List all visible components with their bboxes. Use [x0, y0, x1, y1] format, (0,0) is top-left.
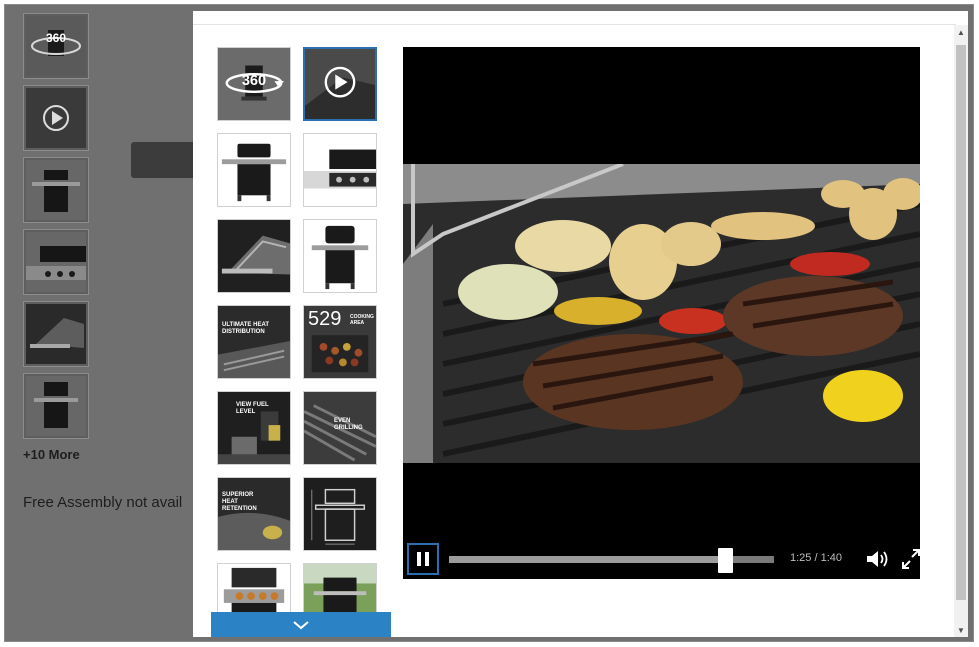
pause-icon: [417, 552, 421, 566]
thumbnail-feature-even-grilling[interactable]: EVEN GRILLING: [303, 391, 377, 465]
video-player[interactable]: 1:25 / 1:40: [403, 47, 920, 579]
thumbnail-grill-top[interactable]: [303, 133, 377, 207]
progress-handle[interactable]: [718, 548, 734, 573]
video-controls: 1:25 / 1:40: [403, 543, 920, 579]
media-viewer-modal: 360 ULTIMATE HEAT DISTRIBUTION 529 COOKI…: [193, 11, 968, 637]
background-thumb-grill-detail: [23, 301, 89, 367]
background-product-image: [131, 142, 201, 178]
thumbnail-cooking-count: 529: [308, 308, 342, 330]
thumbnail-360[interactable]: 360: [217, 47, 291, 121]
thumbnail-cooking-subtext: COOKING AREA: [350, 314, 374, 326]
thumbnail-grill-closed[interactable]: [303, 219, 377, 293]
background-thumbnail-list: 360: [23, 13, 91, 445]
thumbnail-feature-text: SUPERIOR HEAT RETENTION: [222, 492, 257, 512]
assembly-note: Free Assembly not avail: [23, 494, 183, 511]
pause-button[interactable]: [407, 543, 439, 575]
background-thumb-grill-closed: [23, 373, 89, 439]
scroll-up-arrow-icon[interactable]: ▲: [954, 25, 968, 39]
fullscreen-icon: [902, 549, 920, 569]
background-thumb-video: [23, 85, 89, 151]
thumbnail-grill-front[interactable]: [217, 133, 291, 207]
thumbnail-feature-cooking-area[interactable]: 529 COOKING AREA: [303, 305, 377, 379]
scrollbar-thumb[interactable]: [956, 45, 966, 600]
thumbnail-scroll-down-button[interactable]: [211, 612, 391, 637]
more-thumbnails-link: +10 More: [23, 447, 80, 462]
thumbnail-video[interactable]: [303, 47, 377, 121]
video-frame: [403, 164, 920, 463]
background-thumb-grill-top: [23, 229, 89, 295]
chevron-down-icon: [293, 620, 309, 629]
modal-header: [193, 11, 956, 25]
thumbnail-feature-text: ULTIMATE HEAT DISTRIBUTION: [222, 322, 269, 335]
volume-button[interactable]: [865, 548, 891, 570]
thumbnail-360-text: 360: [242, 73, 266, 89]
pause-icon-bar: [425, 552, 429, 566]
thumbnail-grill-detail[interactable]: [217, 219, 291, 293]
thumbnail-feature-fuel-level[interactable]: VIEW FUEL LEVEL: [217, 391, 291, 465]
thumbnail-grid: 360 ULTIMATE HEAT DISTRIBUTION 529 COOKI…: [217, 47, 381, 637]
scroll-down-arrow-icon[interactable]: ▼: [954, 623, 968, 637]
360-rotate-icon: 360: [218, 48, 290, 120]
thumbnail-feature-text: EVEN GRILLING: [334, 418, 363, 431]
thumbnail-diagram[interactable]: [303, 477, 377, 551]
thumbnail-feature-heat-distribution[interactable]: ULTIMATE HEAT DISTRIBUTION: [217, 305, 291, 379]
background-thumb-360-text: 360: [46, 31, 66, 45]
thumbnail-feature-heat-retention[interactable]: SUPERIOR HEAT RETENTION: [217, 477, 291, 551]
thumbnail-feature-text: VIEW FUEL LEVEL: [236, 402, 269, 415]
volume-icon: [867, 551, 888, 567]
play-circle-icon: [305, 49, 375, 119]
time-readout: 1:25 / 1:40: [790, 552, 842, 564]
background-thumb-grill-front: [23, 157, 89, 223]
modal-scrollbar[interactable]: ▲ ▼: [954, 25, 968, 637]
fullscreen-button[interactable]: [901, 548, 920, 570]
progress-fill: [449, 556, 726, 563]
browser-frame: 360 +10 More Free Assembly not avail 360…: [4, 4, 974, 642]
progress-bar[interactable]: [449, 548, 774, 573]
background-thumb-360: 360: [23, 13, 89, 79]
